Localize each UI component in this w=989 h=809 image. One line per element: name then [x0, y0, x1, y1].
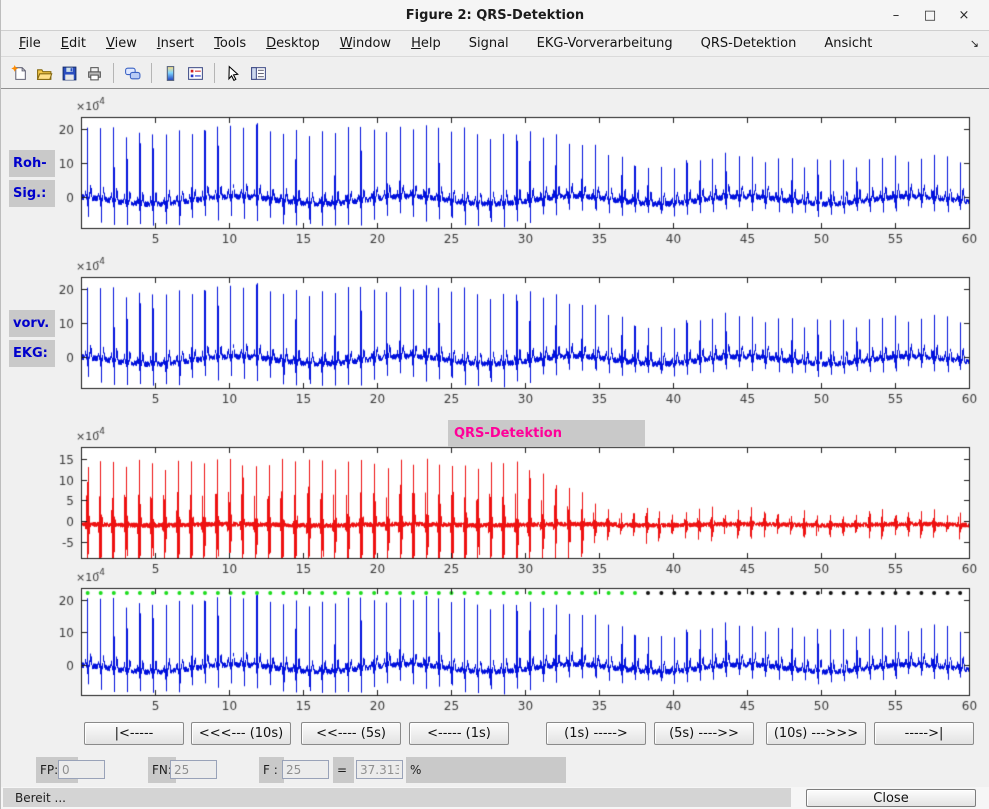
fp-input[interactable]: [58, 760, 105, 779]
menu-item-tools[interactable]: Tools: [204, 33, 256, 54]
save-figure-button[interactable]: [57, 61, 82, 86]
window-title: Figure 2: QRS-Detektion: [406, 8, 584, 23]
toolbar: [1, 58, 989, 89]
maximize-icon[interactable]: □: [913, 8, 947, 23]
new-figure-button[interactable]: [7, 61, 32, 86]
close-button[interactable]: Close: [806, 789, 976, 807]
result-input[interactable]: [356, 760, 403, 779]
menu-item-ansicht[interactable]: Ansicht: [814, 33, 882, 54]
insert-colorbar-button[interactable]: [158, 61, 183, 86]
status-text: Bereit ...: [3, 788, 791, 807]
menu-overflow-icon[interactable]: ↘: [970, 37, 979, 50]
toolbar-separator: [214, 63, 215, 83]
plot-vorv-ekg-canvas: [37, 255, 986, 413]
menu-item-insert[interactable]: Insert: [147, 33, 204, 54]
nav-back-5s-button[interactable]: <<---- (5s): [301, 722, 401, 745]
menu-item-view[interactable]: View: [96, 33, 147, 54]
plot-roh-signal-canvas: [37, 95, 986, 253]
plot-detektion-markers-canvas: [37, 566, 986, 724]
plot-vorv-ekg: [37, 255, 986, 413]
menu-item-help[interactable]: Help: [401, 33, 451, 54]
nav-forward-10s-button[interactable]: (10s) --->>>: [766, 722, 866, 745]
nav-back-10s-button[interactable]: <<<--- (10s): [191, 722, 291, 745]
menu-item-edit[interactable]: Edit: [51, 33, 96, 54]
plot-browser-button[interactable]: [246, 61, 271, 86]
legend-icon: [187, 65, 204, 82]
link-icon: [124, 65, 141, 82]
equals-label: =: [333, 757, 354, 783]
print-figure-button[interactable]: [82, 61, 107, 86]
insert-legend-button[interactable]: [183, 61, 208, 86]
status-bar: Bereit ... Close: [1, 787, 989, 809]
link-plot-button[interactable]: [120, 61, 145, 86]
menu-item-ekg-vorverarbeitung[interactable]: EKG-Vorverarbeitung: [527, 33, 683, 54]
edit-plot-button[interactable]: [221, 61, 246, 86]
toolbar-separator: [151, 63, 152, 83]
close-icon[interactable]: ×: [947, 8, 981, 23]
nav-back-1s-button[interactable]: <----- (1s): [409, 722, 509, 745]
menu-item-file[interactable]: File: [9, 33, 51, 54]
open-file-icon: [36, 65, 53, 82]
percent-label: %: [406, 757, 566, 783]
f-label: F :: [259, 757, 284, 783]
menu-item-desktop[interactable]: Desktop: [256, 33, 330, 54]
f-input[interactable]: [282, 760, 329, 779]
nav-forward-5s-button[interactable]: (5s) ---->>: [654, 722, 754, 745]
fn-input[interactable]: [170, 760, 217, 779]
nav-to-start-button[interactable]: |<-----: [84, 722, 184, 745]
plot-qrs-filtered: [37, 425, 986, 583]
nav-forward-1s-button[interactable]: (1s) ----->: [546, 722, 646, 745]
qrs-detektion-plot-title: QRS-Detektion: [448, 420, 645, 447]
nav-to-end-button[interactable]: ----->|: [874, 722, 974, 745]
new-figure-icon: [11, 65, 28, 82]
colorbar-icon: [162, 65, 179, 82]
minimize-icon[interactable]: –: [879, 8, 913, 23]
cursor-arrow-icon: [225, 65, 242, 82]
plot-qrs-filtered-canvas: [37, 425, 986, 583]
menu-bar: File Edit View Insert Tools Desktop Wind…: [1, 31, 989, 57]
plot-roh-signal: [37, 95, 986, 253]
toolbar-separator: [113, 63, 114, 83]
open-file-button[interactable]: [32, 61, 57, 86]
menu-item-signal[interactable]: Signal: [459, 33, 519, 54]
menu-item-window[interactable]: Window: [330, 33, 401, 54]
menu-item-qrs-detektion[interactable]: QRS-Detektion: [691, 33, 807, 54]
plot-detektion-markers: [37, 566, 986, 724]
printer-icon: [86, 65, 103, 82]
plot-browser-icon: [250, 65, 267, 82]
save-icon: [61, 65, 78, 82]
window-controls: – □ ×: [879, 0, 981, 30]
title-bar: Figure 2: QRS-Detektion – □ ×: [1, 0, 989, 31]
